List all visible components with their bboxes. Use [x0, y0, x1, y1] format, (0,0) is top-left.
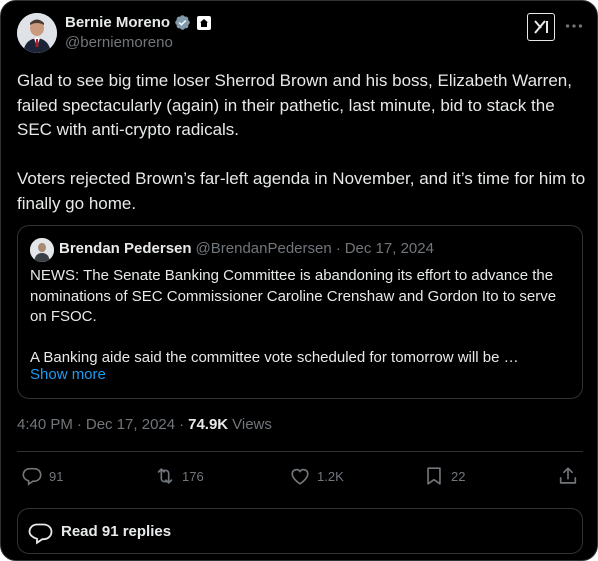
like-count: 1.2K: [317, 468, 344, 484]
verified-badge-icon: [175, 15, 190, 30]
bookmark-button[interactable]: 22: [423, 465, 465, 487]
share-icon: [559, 467, 577, 484]
quoted-author-avatar[interactable]: [30, 238, 54, 262]
tweet-text: Glad to see big time loser Sherrod Brown…: [17, 71, 586, 213]
author-display-name[interactable]: Bernie Moreno: [65, 14, 170, 31]
separator-dot: ·: [335, 240, 341, 257]
divider: [17, 451, 583, 452]
bookmark-count: 22: [451, 468, 466, 484]
quoted-tweet-date[interactable]: Dec 17, 2024: [345, 240, 434, 257]
tweet-time[interactable]: 4:40 PM: [17, 416, 73, 433]
reply-count: 91: [49, 468, 64, 484]
more-options-icon[interactable]: [563, 15, 585, 37]
separator-dot: ·: [179, 416, 185, 433]
author-handle[interactable]: @berniemoreno: [65, 34, 173, 51]
author-name-row: Bernie Moreno: [65, 14, 212, 31]
quoted-tweet[interactable]: Brendan Pedersen @BrendanPedersen · Dec …: [17, 225, 583, 399]
separator-dot: ·: [76, 416, 82, 433]
tweet-meta: 4:40 PM · Dec 17, 2024 · 74.9K Views: [17, 416, 272, 433]
bookmark-icon: [427, 467, 441, 485]
share-button[interactable]: [557, 465, 579, 487]
like-button[interactable]: 1.2K: [289, 465, 344, 487]
show-more-link[interactable]: Show more: [30, 366, 106, 383]
quoted-tweet-text: NEWS: The Senate Banking Committee is ab…: [30, 267, 557, 366]
affiliation-badge-icon[interactable]: [197, 15, 212, 30]
heart-icon: [291, 468, 309, 485]
views-label: Views: [232, 416, 272, 433]
views-count: 74.9K: [188, 416, 229, 433]
tweet-card: Bernie Moreno @berniemoreno Glad to see …: [0, 0, 598, 561]
reply-icon: [22, 467, 42, 486]
tweet-date[interactable]: Dec 17, 2024: [86, 416, 175, 433]
repost-icon: [157, 468, 173, 484]
repost-button[interactable]: 176: [154, 465, 204, 487]
conversation-icon: [28, 523, 53, 545]
quoted-author-name[interactable]: Brendan Pedersen: [59, 240, 192, 257]
quoted-tweet-header: Brendan Pedersen @BrendanPedersen · Dec …: [59, 240, 434, 257]
read-replies-button[interactable]: Read 91 replies: [17, 508, 583, 554]
repost-count: 176: [182, 468, 204, 484]
author-avatar[interactable]: [17, 13, 57, 53]
reply-button[interactable]: 91: [21, 465, 63, 487]
grok-icon[interactable]: [527, 13, 555, 41]
quoted-author-handle[interactable]: @BrendanPedersen: [196, 240, 332, 257]
read-replies-label: Read 91 replies: [61, 523, 172, 540]
